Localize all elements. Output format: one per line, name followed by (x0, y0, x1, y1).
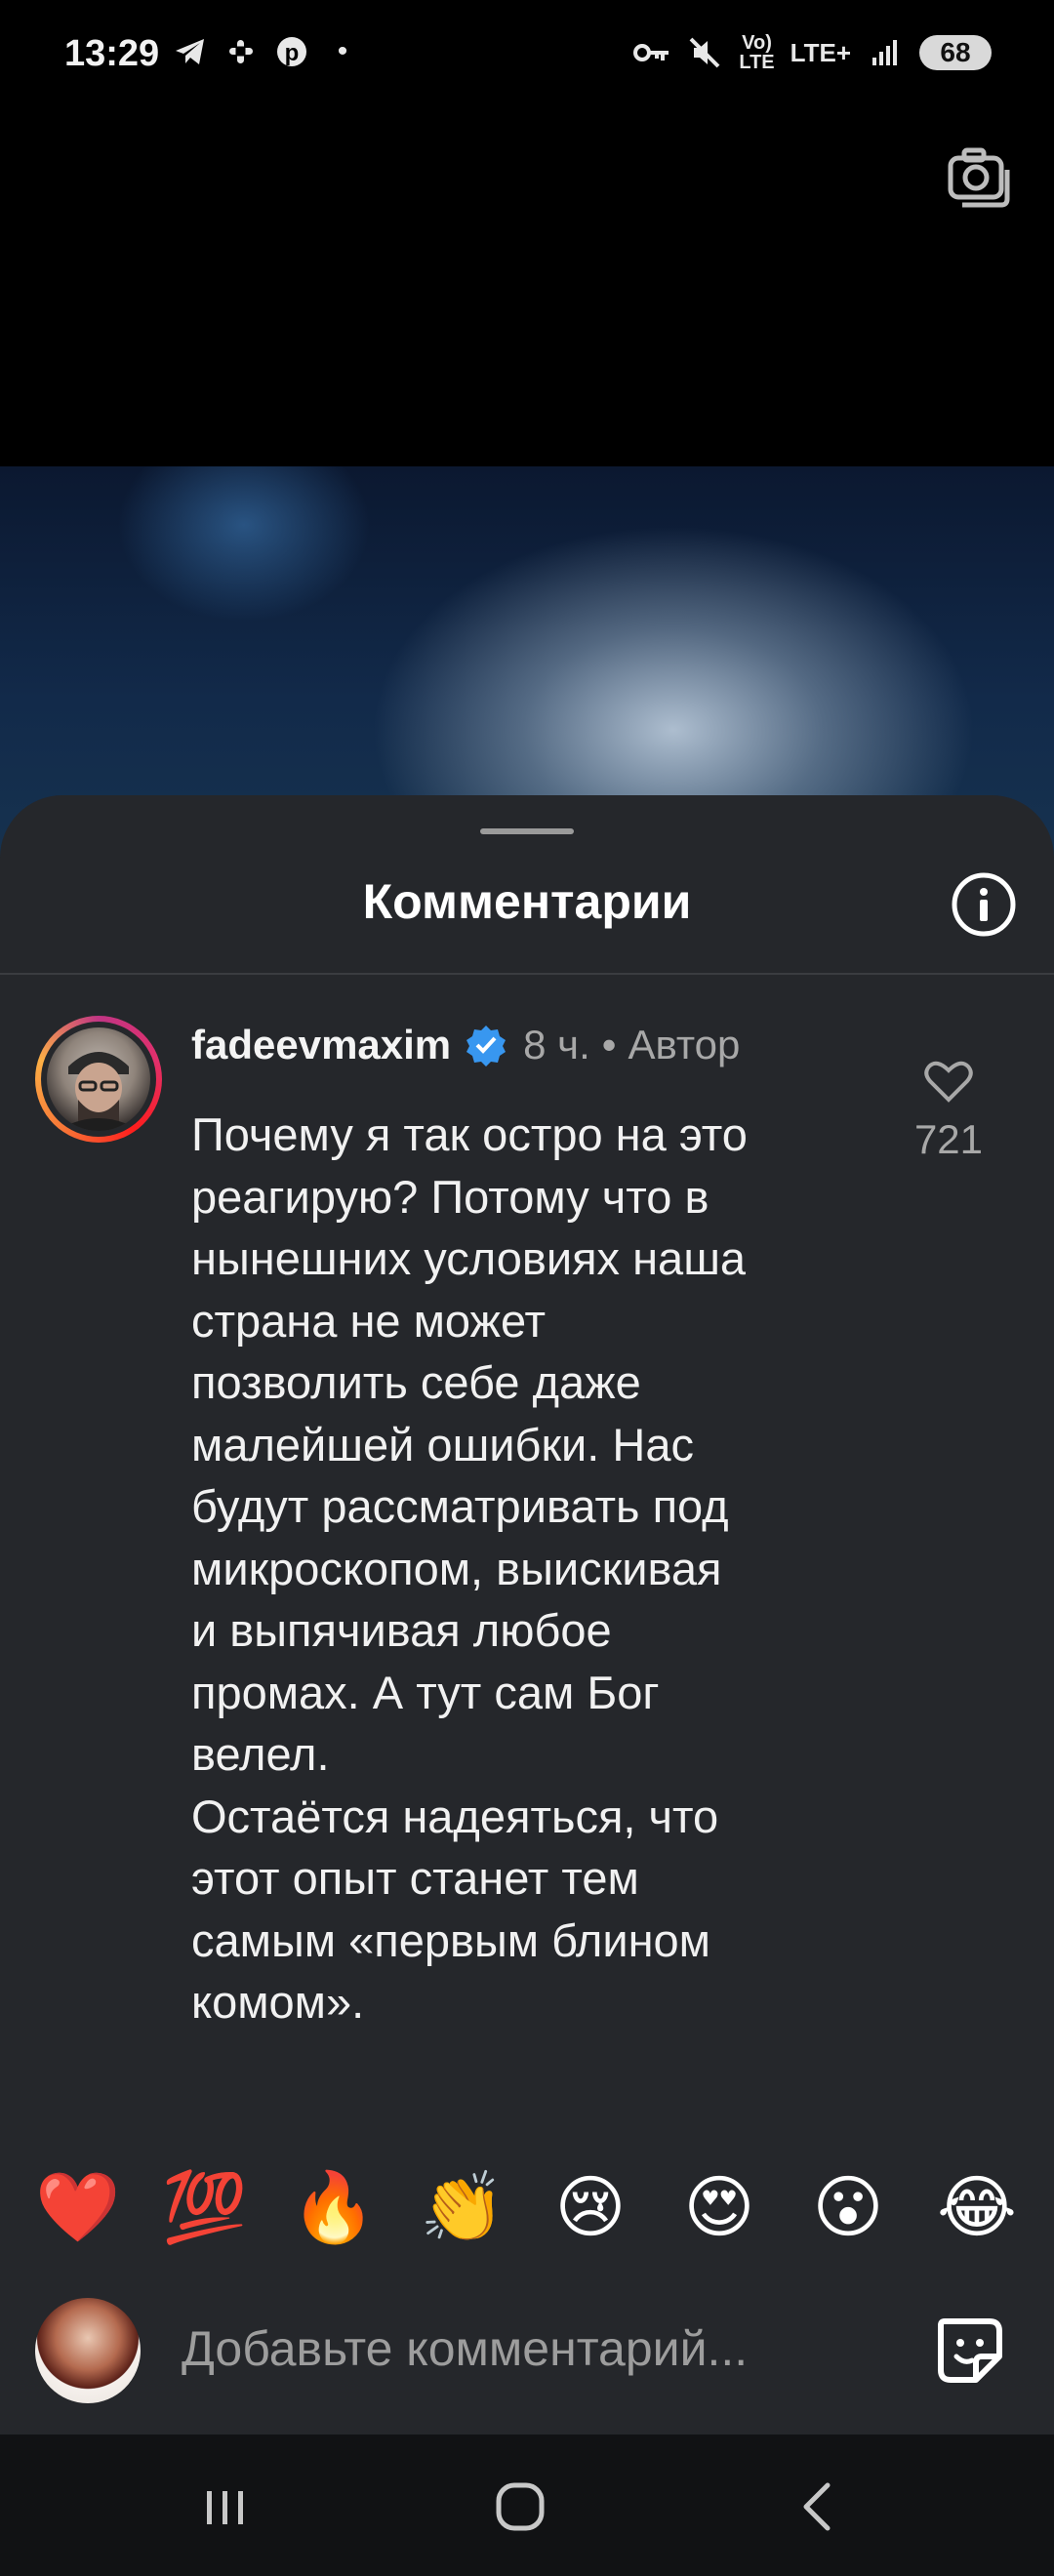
signal-icon (867, 34, 904, 71)
comment-text: Почему я так остро на это реагирую? Пото… (191, 1108, 748, 2028)
emoji-heart-eyes[interactable]: 😍 (677, 2165, 761, 2249)
avatar[interactable] (35, 1016, 162, 1143)
comment-time: 8 ч. (523, 1022, 590, 1067)
comment-header: fadeevmaxim 8 ч. • Автор (191, 1022, 740, 1068)
pinterest-icon: p (273, 33, 310, 70)
comment-username[interactable]: fadeevmaxim (191, 1022, 451, 1068)
comment-input[interactable]: Добавьте комментарий... (182, 2308, 865, 2390)
my-avatar (35, 2298, 141, 2403)
sheet-title: Комментарии (362, 874, 692, 929)
recents-icon[interactable] (191, 2477, 260, 2536)
verified-badge-icon (465, 1024, 507, 1067)
emoji-laughing[interactable]: 😂 (935, 2165, 1019, 2249)
emoji-hundred[interactable]: 💯 (162, 2165, 247, 2249)
emoji-fire[interactable]: 🔥 (291, 2165, 376, 2249)
heart-outline-icon (924, 1061, 973, 1103)
slack-icon (223, 33, 260, 70)
telegram-icon (172, 33, 209, 70)
comment-composer: Добавьте комментарий... (0, 2269, 1054, 2435)
lte-indicator: LTE+ (790, 38, 851, 67)
camera-icon[interactable] (945, 142, 1013, 211)
back-icon[interactable] (785, 2477, 853, 2536)
emoji-clap[interactable]: 👏 (420, 2165, 505, 2249)
drag-handle[interactable] (480, 828, 574, 834)
battery-indicator: 68 (919, 35, 992, 70)
mute-icon (686, 34, 723, 71)
emoji-surprised[interactable]: 😮 (806, 2165, 890, 2249)
home-icon[interactable] (486, 2477, 554, 2536)
system-navigation-bar (0, 2435, 1054, 2576)
emoji-crying[interactable]: 😢 (548, 2165, 632, 2249)
status-bar: 13:29 p • Vo) LTE LTE+ 68 (0, 0, 1054, 107)
emoji-heart[interactable]: ❤️ (35, 2165, 120, 2249)
info-icon[interactable] (951, 871, 1017, 938)
like-count: 721 (913, 1116, 984, 1162)
author-label: Автор (628, 1022, 741, 1067)
status-time: 13:29 (64, 33, 160, 74)
key-icon (633, 34, 670, 71)
sticker-icon[interactable] (931, 2312, 1009, 2390)
volte-icon: Vo) LTE (739, 32, 775, 73)
like-button[interactable]: 721 (890, 1059, 1007, 1163)
notification-dot: • (337, 35, 348, 67)
divider (0, 973, 1054, 975)
emoji-quick-bar: ❤️ 💯 🔥 👏 😢 😍 😮 😂 (0, 2142, 1054, 2269)
meta-separator: • (601, 1022, 617, 1067)
svg-text:p: p (285, 40, 300, 66)
